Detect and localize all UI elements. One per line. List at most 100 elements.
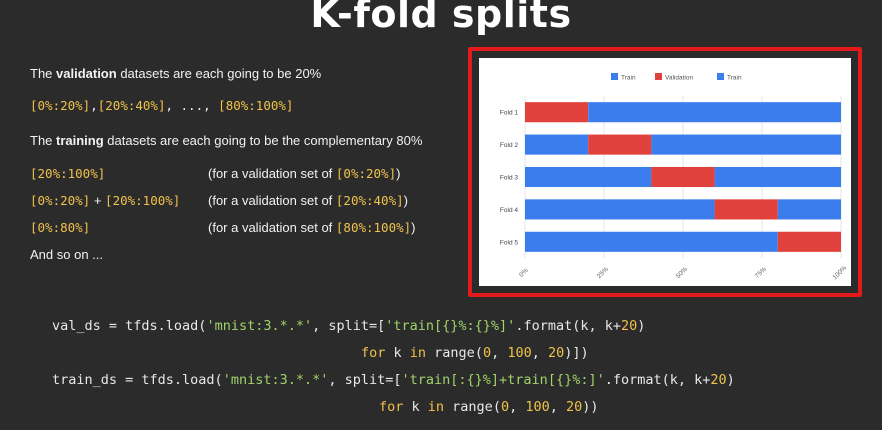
bar-segment xyxy=(777,199,841,220)
y-category-label: Fold 3 xyxy=(500,175,518,182)
note-pre: (for a validation set of xyxy=(208,166,336,181)
code-token: , split=[ xyxy=(312,318,386,334)
code-token: , split=[ xyxy=(328,372,402,388)
note-post: ) xyxy=(411,220,416,235)
y-category-label: Fold 5 xyxy=(500,239,518,246)
code-keyword: for xyxy=(361,345,386,361)
y-category-label: Fold 1 xyxy=(500,110,518,117)
text-part: The xyxy=(30,66,57,81)
bar-segment xyxy=(777,231,841,252)
code-string: 'train[:{}%]+train[{}%:]' xyxy=(401,372,605,388)
validation-bold: validation xyxy=(56,66,117,81)
bar-segment xyxy=(525,166,652,188)
code-token: .format(k, k+ xyxy=(604,372,711,388)
legend-swatch xyxy=(611,73,618,80)
row-note: (for a validation set of [80%:100%]) xyxy=(208,220,416,235)
code-string: 'mnist:3.*.*' xyxy=(222,372,329,388)
bar-segment xyxy=(588,102,841,123)
code-number: 20 xyxy=(548,345,565,361)
code-number: 20 xyxy=(710,372,727,388)
code-number: 0 xyxy=(500,399,510,415)
kfold-bar-chart: 0% 25% 50% 75% 100% Train Validation Train Fold … xyxy=(500,73,848,281)
x-tick-label: 50% xyxy=(675,266,689,280)
row-note: (for a validation set of [20%:40%]) xyxy=(208,193,408,208)
note-post: ) xyxy=(396,166,401,181)
code-line-4: for k in range(0, 100, 20)) xyxy=(379,399,599,415)
note-range: [20%:40%] xyxy=(335,193,404,208)
code-token: range( xyxy=(426,345,483,361)
sep: , xyxy=(90,98,98,113)
code-keyword: for xyxy=(379,399,404,415)
train-row-1: [20%:100%] (for a validation set of [0%:… xyxy=(30,166,470,181)
code-token: , xyxy=(549,399,567,415)
code-number: 0 xyxy=(482,345,492,361)
note-pre: (for a validation set of xyxy=(208,220,336,235)
code-token: .format(k, k+ xyxy=(515,318,621,334)
validation-ranges: [0%:20%],[20%:40%], ..., [80%:100%] xyxy=(30,98,293,113)
bar-segment xyxy=(525,102,589,123)
code-line-2: for k in range(0, 100, 20)]) xyxy=(361,345,589,361)
text-part: datasets are each going to be 20% xyxy=(116,66,322,81)
row-note: (for a validation set of [0%:20%]) xyxy=(208,166,400,181)
legend-label: Validation xyxy=(665,75,693,82)
y-category-label: Fold 2 xyxy=(500,142,518,149)
bar-segment xyxy=(525,199,715,220)
legend-swatch xyxy=(717,73,724,80)
code-token: , xyxy=(531,345,549,361)
range-20-40: [20%:40%] xyxy=(97,98,166,113)
code-token: )) xyxy=(582,399,599,415)
note-post: ) xyxy=(403,193,408,208)
code-token: , xyxy=(509,399,526,415)
train-range-b: [20%:100%] xyxy=(105,193,181,208)
ellipsis: , ..., xyxy=(165,98,219,113)
code-number: 100 xyxy=(507,345,532,361)
code-number: 20 xyxy=(566,399,583,415)
note-range: [80%:100%] xyxy=(335,220,412,235)
code-token: ) xyxy=(637,318,646,334)
code-token: train_ds = tfds.load( xyxy=(52,372,223,388)
bar-segment xyxy=(651,134,841,155)
training-intro: The training datasets are each going to … xyxy=(30,133,422,148)
plus: + xyxy=(90,193,106,208)
x-tick-label: 0% xyxy=(518,267,530,279)
y-category-label: Fold 4 xyxy=(500,207,518,214)
code-line-3: train_ds = tfds.load('mnist:3.*.*', spli… xyxy=(52,372,735,388)
train-range: [20%:100%] xyxy=(30,166,106,181)
code-token: k xyxy=(403,399,428,415)
x-tick-label: 75% xyxy=(754,266,768,280)
code-token: ) xyxy=(726,372,735,388)
bar-segment xyxy=(588,134,652,155)
legend-label: Train xyxy=(727,75,742,82)
code-token: )]) xyxy=(564,345,589,361)
code-token: , xyxy=(491,345,508,361)
bar-segment xyxy=(525,231,778,252)
train-range-a: [0%:20%] xyxy=(30,193,91,208)
range-80-100: [80%:100%] xyxy=(218,98,294,113)
range-0-20: [0%:20%] xyxy=(30,98,91,113)
bar-segment xyxy=(714,166,841,188)
code-keyword: in xyxy=(409,345,427,361)
code-token: k xyxy=(385,345,410,361)
page-title: K-fold splits xyxy=(310,0,572,36)
code-number: 20 xyxy=(620,318,638,334)
note-range: [0%:20%] xyxy=(335,166,397,181)
bar-segment xyxy=(525,134,589,155)
code-keyword: in xyxy=(427,399,445,415)
note-pre: (for a validation set of xyxy=(208,193,336,208)
legend-label: Train xyxy=(621,75,636,82)
code-token: val_ds = tfds.load( xyxy=(52,318,207,334)
x-tick-label: 25% xyxy=(596,266,610,280)
chart-container: 0% 25% 50% 75% 100% Train Validation Train Fold … xyxy=(479,58,851,286)
code-token: range( xyxy=(444,399,501,415)
code-number: 100 xyxy=(525,399,550,415)
code-string: 'mnist:3.*.*' xyxy=(206,318,313,334)
legend-swatch xyxy=(655,73,662,80)
code-string: 'train[{}%:{}%]' xyxy=(385,318,516,334)
chart-highlight-frame: 0% 25% 50% 75% 100% Train Validation Train Fold … xyxy=(468,47,862,297)
bar-segment xyxy=(714,199,778,220)
validation-intro: The validation datasets are each going t… xyxy=(30,66,321,81)
code-line-1: val_ds = tfds.load('mnist:3.*.*', split=… xyxy=(52,318,645,334)
text-part: datasets are each going to be the comple… xyxy=(103,133,423,148)
text-part: The xyxy=(30,133,57,148)
train-row-3: [0%:80%] (for a validation set of [80%:1… xyxy=(30,220,470,235)
